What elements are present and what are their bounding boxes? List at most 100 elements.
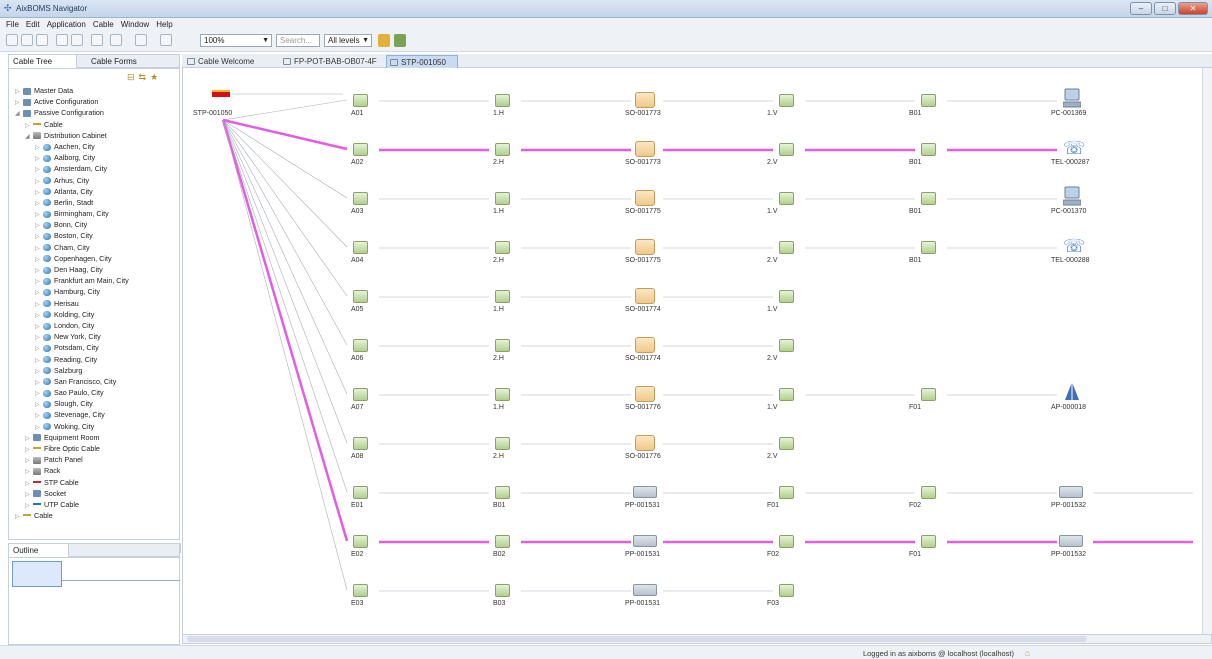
collapse-icon[interactable]: ⊟ (127, 72, 135, 83)
socket-icon[interactable] (635, 239, 655, 255)
tree-item[interactable]: ▷ Frankfurt am Main, City (9, 275, 179, 286)
tree-item[interactable]: ▷ Copenhagen, City (9, 253, 179, 264)
tree-item[interactable]: ▷ Atlanta, City (9, 186, 179, 197)
patch-panel-icon[interactable] (1059, 535, 1083, 547)
port-icon[interactable] (353, 437, 368, 450)
socket-icon[interactable] (635, 435, 655, 451)
tab-stp[interactable]: STP-001050 (386, 55, 458, 68)
network-icon[interactable] (110, 34, 122, 46)
levels-select[interactable]: All levels ▼ (324, 34, 372, 47)
cable-link[interactable] (222, 119, 348, 591)
port-icon[interactable] (779, 94, 794, 107)
tree-item[interactable]: ▷ Arhus, City (9, 175, 179, 186)
port-icon[interactable] (495, 94, 510, 107)
patch-panel-icon[interactable] (633, 584, 657, 596)
tree-item[interactable]: ▷ Berlin, Stadt (9, 197, 179, 208)
port-icon[interactable] (779, 437, 794, 450)
cable-link[interactable] (222, 119, 348, 297)
port-icon[interactable] (495, 437, 510, 450)
socket-icon[interactable] (635, 141, 655, 157)
tree-item[interactable]: ▷ Socket (9, 488, 179, 499)
port-icon[interactable] (353, 241, 368, 254)
patch-panel-icon[interactable] (633, 486, 657, 498)
tree-item[interactable]: ▷ Cham, City (9, 242, 179, 253)
port-icon[interactable] (495, 339, 510, 352)
tree-item[interactable]: ▷ UTP Cable (9, 499, 179, 510)
port-icon[interactable] (779, 486, 794, 499)
tree-item[interactable]: ▷ Slough, City (9, 398, 179, 409)
port-icon[interactable] (495, 584, 510, 597)
tree-item[interactable]: ▷ Potsdam, City (9, 342, 179, 353)
port-icon[interactable] (779, 339, 794, 352)
port-icon[interactable] (353, 143, 368, 156)
port-icon[interactable] (495, 192, 510, 205)
tree-item[interactable]: ▷ STP Cable (9, 477, 179, 488)
tree-item[interactable]: ▷ New York, City (9, 331, 179, 342)
tree-item[interactable]: ▷ Herisau (9, 298, 179, 309)
port-icon[interactable] (921, 241, 936, 254)
back-icon[interactable] (56, 34, 68, 46)
tree-item[interactable]: ▷ Boston, City (9, 230, 179, 241)
tree-item[interactable]: ▷ Rack (9, 465, 179, 476)
port-icon[interactable] (779, 584, 794, 597)
port-icon[interactable] (779, 192, 794, 205)
layout-icon[interactable] (135, 34, 147, 46)
port-icon[interactable] (779, 290, 794, 303)
tree-item[interactable]: ▷ London, City (9, 320, 179, 331)
link-icon[interactable]: ⇆ (139, 72, 147, 83)
tree-item[interactable]: ▷ Aachen, City (9, 141, 179, 152)
tree-item[interactable]: ▷ Bonn, City (9, 219, 179, 230)
port-icon[interactable] (353, 290, 368, 303)
socket-icon[interactable] (635, 288, 655, 304)
tab-outline[interactable]: Outline (9, 544, 69, 557)
tree-item[interactable]: ▷ Reading, City (9, 354, 179, 365)
port-icon[interactable] (495, 486, 510, 499)
port-icon[interactable] (353, 486, 368, 499)
port-icon[interactable] (495, 241, 510, 254)
tab-fp-pot[interactable]: FP-POT-BAB-OB07-4F (280, 55, 382, 68)
socket-icon[interactable] (635, 386, 655, 402)
expand-icon[interactable]: ▷ (15, 512, 23, 523)
tree-item[interactable]: ▷ Woking, City (9, 421, 179, 432)
port-icon[interactable] (353, 339, 368, 352)
port-icon[interactable] (495, 535, 510, 548)
tree-item[interactable]: ▷ Hamburg, City (9, 286, 179, 297)
port-icon[interactable] (353, 94, 368, 107)
star-icon[interactable]: ★ (150, 72, 158, 83)
tree-item[interactable]: ▷ Fibre Optic Cable (9, 443, 179, 454)
save-all-icon[interactable] (21, 34, 33, 46)
hierarchy-icon[interactable] (160, 34, 172, 46)
patch-panel-icon[interactable] (633, 535, 657, 547)
port-icon[interactable] (921, 388, 936, 401)
phone-icon[interactable]: ☏ (1063, 237, 1086, 255)
port-icon[interactable] (921, 94, 936, 107)
tree-item[interactable]: ▷ San Francisco, City (9, 376, 179, 387)
tab-cable-welcome[interactable]: Cable Welcome Page (184, 55, 270, 79)
phone-icon[interactable]: ☏ (1063, 139, 1086, 157)
port-icon[interactable] (353, 535, 368, 548)
cable-link[interactable] (222, 119, 348, 444)
tab-cable-forms[interactable]: Cable Forms (87, 55, 149, 68)
maximize-button[interactable]: □ (1154, 2, 1176, 15)
outline-viewport[interactable] (12, 561, 62, 587)
close-button[interactable]: ✕ (1178, 2, 1208, 15)
port-icon[interactable] (353, 192, 368, 205)
tool-icon[interactable] (91, 34, 103, 46)
patch-panel-icon[interactable] (1059, 486, 1083, 498)
menu-window[interactable]: Window (121, 20, 149, 29)
tree-item[interactable]: ▷ Stevenage, City (9, 409, 179, 420)
tree-item[interactable]: ▷ Salzburg (9, 365, 179, 376)
pc-icon[interactable] (1062, 186, 1082, 206)
port-icon[interactable] (779, 388, 794, 401)
port-icon[interactable] (779, 143, 794, 156)
tree-item[interactable]: ▷ Cable (9, 119, 179, 130)
minimize-button[interactable]: – (1130, 2, 1152, 15)
forward-icon[interactable] (71, 34, 83, 46)
search-input[interactable]: Search... (276, 34, 320, 47)
refresh-icon[interactable] (394, 34, 406, 47)
diagram-canvas[interactable]: STP-001050 A01 1.H SO-001773 1.V B01 PC-001369… (182, 68, 1212, 634)
tree-item[interactable]: ▷ Birmingham, City (9, 208, 179, 219)
canvas-hscroll[interactable] (182, 634, 1212, 644)
cable-link[interactable] (222, 119, 348, 346)
port-icon[interactable] (921, 192, 936, 205)
